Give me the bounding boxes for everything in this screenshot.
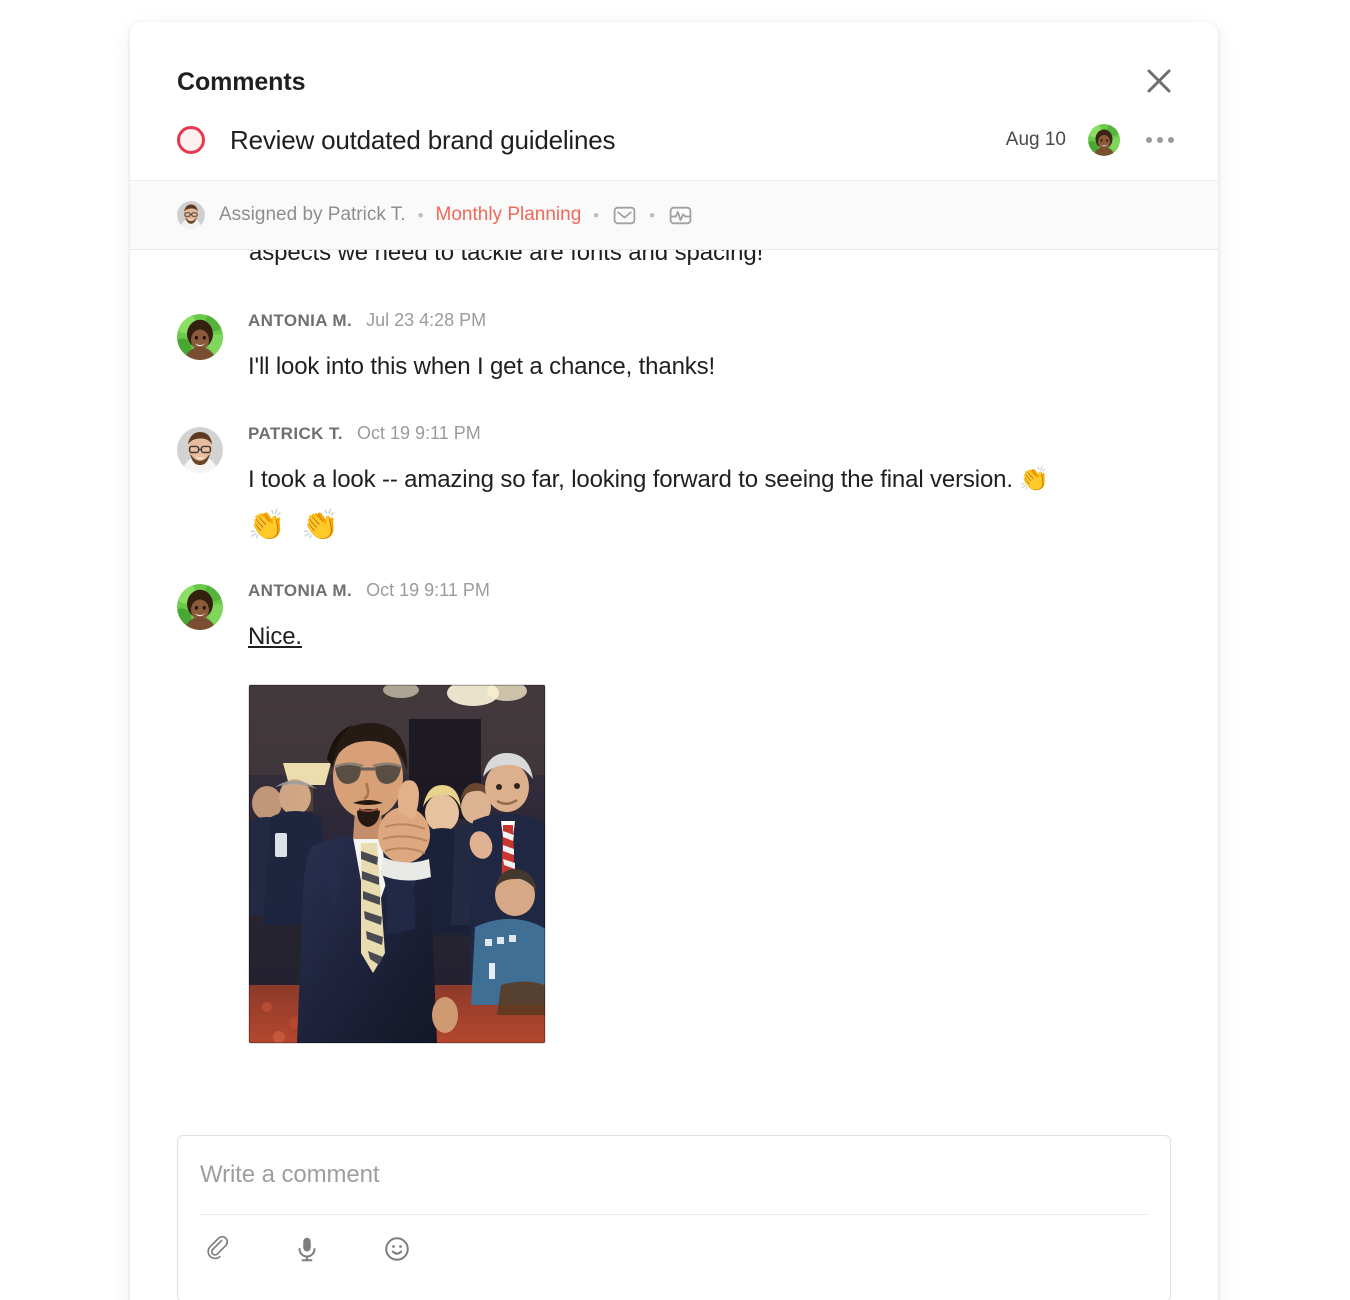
comment-text: I took a look -- amazing so far, looking…	[248, 465, 1050, 493]
comment-emoji-row: 👏 👏	[248, 508, 344, 542]
task-due-date[interactable]: Aug 10	[1006, 129, 1066, 151]
project-link[interactable]: Monthly Planning	[436, 204, 582, 226]
comment-meta: ANTONIA M. Oct 19 9:11 PM	[248, 580, 1171, 606]
antonia-avatar-image	[1088, 124, 1120, 156]
panel-header: Comments	[130, 22, 1218, 100]
emoji-picker-button[interactable]	[380, 1232, 414, 1266]
composer-box[interactable]	[177, 1135, 1171, 1300]
task-meta-bar: Assigned by Patrick T. • Monthly Plannin…	[130, 180, 1218, 250]
patrick-avatar-image	[177, 201, 205, 229]
task-complete-toggle[interactable]	[177, 126, 205, 154]
task-title: Review outdated brand guidelines	[230, 124, 616, 155]
comment-timestamp: Jul 23 4:28 PM	[366, 310, 487, 330]
voice-record-button[interactable]	[290, 1232, 324, 1266]
more-options-icon	[1146, 137, 1152, 143]
comment-body: PATRICK T. Oct 19 9:11 PM I took a look …	[248, 423, 1171, 544]
attach-button[interactable]	[200, 1232, 234, 1266]
comment-input[interactable]	[200, 1136, 1148, 1214]
page-background: Comments Review outdated brand guideline…	[0, 0, 1350, 1300]
comment-attachment-image[interactable]	[248, 684, 546, 1045]
thumbs-up-photo	[249, 685, 545, 1044]
avatar[interactable]	[177, 426, 223, 473]
avatar[interactable]	[177, 314, 223, 360]
antonia-avatar-image	[177, 583, 223, 630]
comment-body: ANTONIA M. Oct 19 9:11 PM Nice.	[248, 580, 1171, 1045]
comment-item: PATRICK T. Oct 19 9:11 PM I took a look …	[177, 423, 1171, 544]
composer-divider	[200, 1214, 1148, 1215]
meta-separator-3: •	[649, 205, 656, 225]
avatar[interactable]	[177, 583, 223, 630]
antonia-avatar-image	[177, 314, 223, 360]
task-header-right: Aug 10	[1006, 124, 1178, 156]
avatar[interactable]	[177, 201, 205, 229]
microphone-icon	[298, 1237, 316, 1262]
assigned-by-label: Assigned by Patrick T.	[219, 204, 406, 225]
comment-timestamp: Oct 19 9:11 PM	[356, 422, 481, 443]
comments-thread: aspects we need to tackle are fonts and …	[130, 250, 1218, 1045]
comment-composer	[177, 1135, 1171, 1300]
task-header-row: Review outdated brand guidelines Aug 10	[130, 100, 1218, 180]
page-title: Comments	[177, 68, 306, 96]
avatar[interactable]	[1088, 124, 1120, 156]
emoji-icon	[385, 1237, 409, 1261]
comment-timestamp: Oct 19 9:11 PM	[366, 579, 490, 600]
comment-author[interactable]: ANTONIA M.	[248, 581, 352, 601]
comment-item: ANTONIA M. Oct 19 9:11 PM Nice.	[177, 580, 1171, 1045]
close-button[interactable]	[1140, 62, 1178, 100]
comment-text: I'll look into this when I get a chance,…	[248, 353, 715, 380]
activity-icon[interactable]	[667, 202, 693, 228]
close-icon	[1147, 69, 1171, 93]
patrick-avatar-image	[177, 426, 223, 473]
attach-icon	[207, 1235, 229, 1260]
clipped-previous-comment-text: aspects we need to tackle are fonts and …	[249, 250, 764, 266]
meta-separator-2: •	[593, 205, 600, 225]
comment-item: ANTONIA M. Jul 23 4:28 PM I'll look into…	[177, 310, 1171, 385]
comment-meta: PATRICK T. Oct 19 9:11 PM	[248, 423, 1171, 449]
meta-separator-1: •	[417, 205, 424, 225]
more-options-button[interactable]	[1142, 133, 1178, 147]
comment-text: Nice.	[248, 622, 302, 650]
comment-meta: ANTONIA M. Jul 23 4:28 PM	[248, 310, 1171, 336]
composer-toolbar	[200, 1232, 414, 1266]
comment-body: ANTONIA M. Jul 23 4:28 PM I'll look into…	[248, 310, 1171, 385]
mail-icon[interactable]	[611, 202, 637, 228]
clipped-previous-comment: aspects we need to tackle are fonts and …	[249, 250, 1171, 280]
comments-panel: Comments Review outdated brand guideline…	[130, 22, 1218, 1300]
comment-author[interactable]: ANTONIA M.	[248, 311, 352, 331]
comment-author[interactable]: PATRICK T.	[248, 424, 343, 444]
